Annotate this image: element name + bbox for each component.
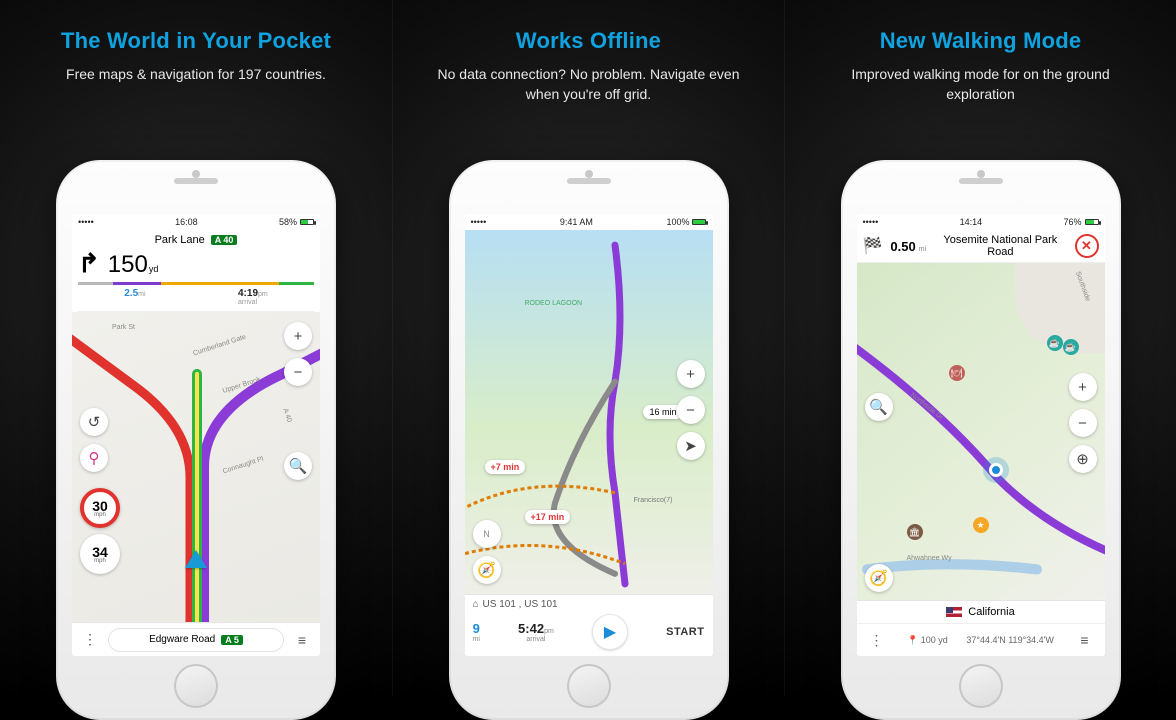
phone-mock: ••••• 16:08 58% Park Lane A 40 ↰ 150yd — [56, 160, 336, 720]
scale-readout: 📍 100 yd — [907, 635, 948, 646]
map-view[interactable]: Park St Cumberland Gate Upper Brook Conn… — [72, 312, 320, 622]
status-bar: ••••• 16:08 58% — [72, 214, 320, 230]
search-button[interactable]: 🔍 — [865, 393, 893, 421]
turn-right-icon: ↰ — [78, 248, 100, 279]
poi-button[interactable]: ⚲ — [80, 444, 108, 472]
route-eta: 5:42pm arrival — [518, 621, 554, 643]
recenter-button[interactable]: ⊕ — [1069, 445, 1097, 473]
compass-button[interactable]: 🧭 — [865, 564, 893, 592]
destination-name: Yosemite National Park Road — [934, 234, 1066, 258]
promo-panel-3: New Walking Mode Improved walking mode f… — [784, 0, 1176, 696]
battery-percent: 100% — [666, 217, 689, 227]
north-button[interactable]: N — [473, 520, 501, 548]
bottom-panel: ⌂ US 101 , US 101 9 mi 5:42pm arrival ▶ … — [465, 594, 713, 656]
nav-header: Park Lane A 40 ↰ 150yd 2.5mi — [72, 230, 320, 312]
battery-icon — [300, 219, 314, 225]
eta-alt-1[interactable]: +7 min — [485, 460, 526, 474]
status-time: 9:41 AM — [560, 217, 593, 227]
route-name: ⌂ US 101 , US 101 — [473, 599, 705, 610]
poi-icon[interactable]: 🍽 — [949, 365, 965, 381]
compass-button[interactable]: 🧭 — [473, 556, 501, 584]
next-street: Park Lane — [155, 234, 205, 246]
phone-screen: ••••• 14:14 76% 🏁 0.50 mi Yosemite Natio… — [857, 214, 1105, 656]
current-road-badge: A 5 — [221, 635, 243, 645]
zoom-in-button[interactable]: + — [677, 360, 705, 388]
start-button[interactable]: START — [666, 626, 704, 638]
signal-icon: ••••• — [863, 217, 879, 227]
battery-icon — [692, 219, 706, 225]
phone-screen: ••••• 16:08 58% Park Lane A 40 ↰ 150yd — [72, 214, 320, 656]
phone-mock: ••••• 14:14 76% 🏁 0.50 mi Yosemite Natio… — [841, 160, 1121, 720]
walk-distance: 0.50 mi — [890, 239, 926, 254]
signal-icon: ••••• — [471, 217, 487, 227]
current-speed: 34mph — [80, 534, 120, 574]
remaining-distance: 2.5mi — [124, 288, 145, 306]
headline: New Walking Mode — [880, 28, 1082, 54]
status-time: 14:14 — [960, 217, 983, 227]
poi-icon[interactable]: ☕ — [1063, 339, 1079, 355]
locate-button[interactable]: ➤ — [677, 432, 705, 460]
subheadline: Free maps & navigation for 197 countries… — [66, 64, 326, 84]
subheadline: No data connection? No problem. Navigate… — [434, 64, 744, 105]
menu-button[interactable]: ≡ — [1072, 628, 1096, 652]
battery-icon — [1085, 219, 1099, 225]
route-shield-icon: ⌂ — [473, 599, 479, 610]
home-button[interactable] — [567, 664, 611, 708]
map-view[interactable]: Southside Northside Dr Ahwahnee Wy 🍽 ☕ ☕… — [857, 263, 1105, 600]
road-badge: A 40 — [211, 235, 238, 245]
zoom-in-button[interactable]: + — [1069, 373, 1097, 401]
route-progress — [78, 282, 314, 285]
battery-percent: 58% — [279, 217, 297, 227]
us-flag-icon — [946, 607, 962, 617]
status-bar: ••••• 14:14 76% — [857, 214, 1105, 230]
poi-icon[interactable]: ★ — [973, 517, 989, 533]
status-time: 16:08 — [175, 217, 198, 227]
phone-mock: ••••• 9:41 AM 100% RODEO LAGOON Francisc… — [449, 160, 729, 720]
more-button[interactable]: ⋮ — [865, 628, 889, 652]
headline: Works Offline — [516, 28, 661, 54]
headline: The World in Your Pocket — [61, 28, 331, 54]
turn-distance: 150 — [108, 251, 148, 278]
coordinates: 37°44.4'N 119°34.4'W — [966, 635, 1054, 645]
map-label-river: Ahwahnee Wy — [907, 555, 952, 562]
promo-panel-2: Works Offline No data connection? No pro… — [392, 0, 784, 696]
checkered-flag-icon: 🏁 — [863, 236, 883, 256]
bottom-panel: California ⋮ 📍 100 yd 37°44.4'N 119°34.4… — [857, 600, 1105, 656]
route-distance: 9 mi — [473, 621, 480, 643]
close-button[interactable]: ✕ — [1075, 234, 1099, 258]
battery-percent: 76% — [1063, 217, 1081, 227]
signal-icon: ••••• — [78, 217, 94, 227]
position-cursor-icon — [185, 550, 207, 568]
speed-limit: 30mph — [80, 488, 120, 528]
zoom-out-button[interactable]: − — [284, 358, 312, 386]
search-button[interactable]: 🔍 — [284, 452, 312, 480]
poi-icon[interactable]: ☕ — [1047, 335, 1063, 351]
subheadline: Improved walking mode for on the ground … — [826, 64, 1136, 105]
more-button[interactable]: ⋮ — [78, 628, 102, 652]
current-road-pill[interactable]: Edgware Road A 5 — [108, 628, 284, 652]
destination-header: 🏁 0.50 mi Yosemite National Park Road ✕ — [857, 230, 1105, 263]
turn-distance-unit: yd — [149, 264, 159, 274]
zoom-in-button[interactable]: + — [284, 322, 312, 350]
phone-screen: ••••• 9:41 AM 100% RODEO LAGOON Francisc… — [465, 214, 713, 656]
menu-button[interactable]: ≡ — [290, 628, 314, 652]
home-button[interactable] — [174, 664, 218, 708]
promo-panel-1: The World in Your Pocket Free maps & nav… — [0, 0, 392, 696]
zoom-out-button[interactable]: − — [677, 396, 705, 424]
zoom-out-button[interactable]: − — [1069, 409, 1097, 437]
current-road: Edgware Road — [149, 634, 215, 645]
eta: 4:19pm arrival — [238, 288, 268, 306]
poi-icon[interactable]: 🏛 — [907, 524, 923, 540]
start-play-button[interactable]: ▶ — [592, 614, 628, 650]
status-bar: ••••• 9:41 AM 100% — [465, 214, 713, 230]
eta-alt-2[interactable]: +17 min — [525, 510, 571, 524]
current-location-icon — [989, 463, 1003, 477]
home-button[interactable] — [959, 664, 1003, 708]
bottom-bar: ⋮ Edgware Road A 5 ≡ — [72, 622, 320, 656]
region-name: California — [968, 606, 1014, 618]
route-overview-button[interactable]: ↺ — [80, 408, 108, 436]
map-view[interactable]: RODEO LAGOON Francisco(7) 16 min +7 min … — [465, 230, 713, 594]
